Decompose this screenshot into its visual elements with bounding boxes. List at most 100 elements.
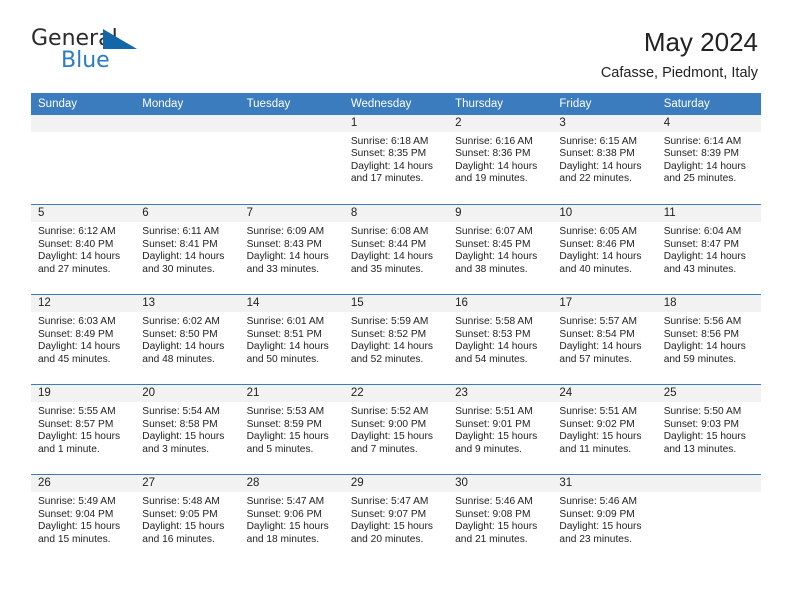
daylight-text-line1: Daylight: 15 hours: [142, 521, 225, 533]
day-number: 15: [343, 295, 449, 313]
calendar-day-cell[interactable]: 20 Sunrise: 5:54 AM Sunset: 8:58 PM Dayligh…: [135, 384, 240, 475]
day-number: 20: [135, 385, 240, 403]
day-cell-inner: 27 Sunrise: 5:48 AM Sunset: 9:05 PM Dayligh…: [135, 475, 240, 565]
day-details: Sunrise: 5:53 AM Sunset: 8:59 PM Daylight:…: [240, 402, 344, 456]
sunrise-text: Sunrise: 6:01 AM: [246, 316, 325, 328]
calendar-day-cell[interactable]: 6 Sunrise: 6:11 AM Sunset: 8:41 PM Daylight…: [135, 204, 240, 295]
sunrise-text: Sunrise: 6:05 AM: [559, 226, 637, 238]
calendar-day-cell[interactable]: 1 Sunrise: 6:18 AM Sunset: 8:35 PM Daylight…: [343, 114, 449, 205]
calendar-day-cell[interactable]: 12 Sunrise: 6:03 AM Sunset: 8:49 PM Dayligh…: [31, 294, 136, 385]
day-number: 11: [656, 205, 761, 223]
sunset-text: Sunset: 8:49 PM: [38, 328, 114, 340]
daylight-text-line1: Daylight: 14 hours: [142, 251, 225, 263]
calendar-day-cell[interactable]: 23 Sunrise: 5:51 AM Sunset: 9:01 PM Dayligh…: [448, 384, 553, 475]
daylight-text-line2: and 30 minutes.: [142, 263, 215, 275]
sunrise-text: Sunrise: 6:14 AM: [663, 135, 742, 147]
day-details: Sunrise: 5:47 AM Sunset: 9:07 PM Daylight:…: [344, 492, 448, 546]
sunrise-text: Sunrise: 6:04 AM: [663, 226, 742, 238]
calendar-day-cell[interactable]: 15 Sunrise: 5:59 AM Sunset: 8:52 PM Dayligh…: [343, 294, 449, 385]
calendar-day-cell[interactable]: 17 Sunrise: 5:57 AM Sunset: 8:54 PM Dayligh…: [552, 294, 657, 385]
sunrise-text: Sunrise: 6:02 AM: [142, 316, 220, 328]
daylight-text-line2: and 23 minutes.: [559, 533, 632, 545]
general-blue-logo[interactable]: General Blue: [31, 26, 151, 78]
calendar-day-cell[interactable]: 31 Sunrise: 5:46 AM Sunset: 9:09 PM Dayligh…: [552, 474, 657, 565]
daylight-text-line2: and 57 minutes.: [559, 353, 632, 365]
calendar-day-cell[interactable]: 14 Sunrise: 6:01 AM Sunset: 8:51 PM Dayligh…: [239, 294, 344, 385]
daylight-text-line1: Daylight: 14 hours: [142, 341, 225, 353]
daylight-text-line2: and 13 minutes.: [663, 443, 737, 455]
calendar-day-cell[interactable]: 5 Sunrise: 6:12 AM Sunset: 8:40 PM Daylight…: [31, 204, 136, 295]
day-cell-inner: [239, 114, 344, 205]
daylight-text-line1: Daylight: 14 hours: [663, 251, 746, 263]
day-number: 17: [552, 295, 657, 313]
daylight-text-line2: and 35 minutes.: [350, 263, 424, 275]
day-cell-inner: 11 Sunrise: 6:04 AM Sunset: 8:47 PM Dayligh…: [656, 205, 761, 294]
calendar-day-cell[interactable]: 10 Sunrise: 6:05 AM Sunset: 8:46 PM Dayligh…: [552, 204, 657, 295]
daylight-text-line1: Daylight: 15 hours: [38, 521, 121, 533]
calendar-week-row: 12 Sunrise: 6:03 AM Sunset: 8:49 PM Dayligh…: [31, 294, 761, 385]
day-number: 5: [31, 205, 136, 223]
calendar-day-cell[interactable]: 19 Sunrise: 5:55 AM Sunset: 8:57 PM Dayligh…: [31, 384, 136, 475]
daylight-text-line1: Daylight: 14 hours: [559, 341, 642, 353]
day-cell-inner: 8 Sunrise: 6:08 AM Sunset: 8:44 PM Daylight…: [343, 205, 449, 294]
daylight-text-line2: and 33 minutes.: [246, 263, 320, 275]
sunrise-sunset-calendar: Sunday Monday Tuesday Wednesday Thursday…: [31, 92, 761, 565]
day-cell-inner: 29 Sunrise: 5:47 AM Sunset: 9:07 PM Dayligh…: [343, 475, 449, 565]
calendar-day-cell[interactable]: 18 Sunrise: 5:56 AM Sunset: 8:56 PM Dayligh…: [656, 294, 761, 385]
sunrise-text: Sunrise: 6:16 AM: [455, 135, 533, 147]
calendar-day-cell[interactable]: 24 Sunrise: 5:51 AM Sunset: 9:02 PM Dayligh…: [552, 384, 657, 475]
daylight-text-line1: Daylight: 15 hours: [246, 521, 329, 533]
day-number: 3: [552, 114, 657, 132]
day-details: Sunrise: 6:04 AM Sunset: 8:47 PM Daylight:…: [657, 222, 761, 276]
logo-triangle-icon: [103, 29, 137, 49]
daylight-text-line2: and 50 minutes.: [246, 353, 320, 365]
daylight-text-line2: and 18 minutes.: [246, 533, 320, 545]
calendar-page: General Blue May 2024 Cafasse, Piedmont,…: [0, 0, 792, 612]
calendar-day-cell[interactable]: 26 Sunrise: 5:49 AM Sunset: 9:04 PM Dayligh…: [31, 474, 136, 565]
daylight-text-line2: and 52 minutes.: [350, 353, 424, 365]
calendar-day-cell[interactable]: 28 Sunrise: 5:47 AM Sunset: 9:06 PM Dayligh…: [239, 474, 344, 565]
day-number: 12: [31, 295, 136, 313]
day-cell-inner: 31 Sunrise: 5:46 AM Sunset: 9:09 PM Dayligh…: [552, 475, 657, 565]
daylight-text-line2: and 22 minutes.: [559, 173, 632, 185]
calendar-day-cell[interactable]: 25 Sunrise: 5:50 AM Sunset: 9:03 PM Dayligh…: [656, 384, 761, 475]
day-number: 27: [135, 475, 240, 493]
calendar-day-cell[interactable]: 13 Sunrise: 6:02 AM Sunset: 8:50 PM Dayligh…: [135, 294, 240, 385]
calendar-day-cell[interactable]: 30 Sunrise: 5:46 AM Sunset: 9:08 PM Dayligh…: [448, 474, 553, 565]
calendar-day-cell[interactable]: 3 Sunrise: 6:15 AM Sunset: 8:38 PM Daylight…: [552, 114, 657, 205]
calendar-day-cell[interactable]: 8 Sunrise: 6:08 AM Sunset: 8:44 PM Daylight…: [343, 204, 449, 295]
calendar-day-cell[interactable]: 22 Sunrise: 5:52 AM Sunset: 9:00 PM Dayligh…: [343, 384, 449, 475]
day-details: Sunrise: 5:48 AM Sunset: 9:05 PM Daylight:…: [135, 492, 239, 546]
calendar-day-cell[interactable]: 21 Sunrise: 5:53 AM Sunset: 8:59 PM Dayligh…: [239, 384, 344, 475]
calendar-day-cell[interactable]: 7 Sunrise: 6:09 AM Sunset: 8:43 PM Daylight…: [239, 204, 344, 295]
daylight-text-line2: and 7 minutes.: [350, 443, 418, 455]
day-details: Sunrise: 5:59 AM Sunset: 8:52 PM Daylight:…: [344, 312, 448, 366]
sunrise-text: Sunrise: 5:46 AM: [559, 496, 637, 508]
calendar-body: 1 Sunrise: 6:18 AM Sunset: 8:35 PM Daylight…: [31, 114, 761, 565]
sunset-text: Sunset: 8:52 PM: [350, 328, 427, 340]
day-cell-inner: [656, 475, 761, 565]
day-number: 16: [448, 295, 553, 313]
day-cell-inner: 30 Sunrise: 5:46 AM Sunset: 9:08 PM Dayligh…: [448, 475, 553, 565]
calendar-day-cell[interactable]: 9 Sunrise: 6:07 AM Sunset: 8:45 PM Daylight…: [448, 204, 553, 295]
sunrise-text: Sunrise: 6:03 AM: [38, 316, 116, 328]
calendar-day-cell[interactable]: 4 Sunrise: 6:14 AM Sunset: 8:39 PM Daylight…: [656, 114, 761, 205]
daylight-text-line1: Daylight: 14 hours: [663, 160, 746, 172]
sunrise-text: Sunrise: 6:11 AM: [142, 226, 220, 238]
calendar-day-cell[interactable]: 2 Sunrise: 6:16 AM Sunset: 8:36 PM Daylight…: [448, 114, 553, 205]
calendar-day-cell[interactable]: 27 Sunrise: 5:48 AM Sunset: 9:05 PM Dayligh…: [135, 474, 240, 565]
calendar-day-cell[interactable]: 29 Sunrise: 5:47 AM Sunset: 9:07 PM Dayligh…: [343, 474, 449, 565]
day-cell-inner: 24 Sunrise: 5:51 AM Sunset: 9:02 PM Dayligh…: [552, 385, 657, 474]
sunset-text: Sunset: 8:46 PM: [559, 238, 635, 250]
sunrise-text: Sunrise: 5:49 AM: [38, 496, 116, 508]
daylight-text-line1: Daylight: 14 hours: [38, 251, 121, 263]
day-cell-inner: 16 Sunrise: 5:58 AM Sunset: 8:53 PM Dayligh…: [448, 295, 553, 384]
day-number: 9: [448, 205, 553, 223]
calendar-day-cell[interactable]: 11 Sunrise: 6:04 AM Sunset: 8:47 PM Dayligh…: [656, 204, 761, 295]
daylight-text-line1: Daylight: 15 hours: [246, 431, 329, 443]
day-cell-inner: 18 Sunrise: 5:56 AM Sunset: 8:56 PM Dayligh…: [656, 295, 761, 384]
day-cell-inner: 15 Sunrise: 5:59 AM Sunset: 8:52 PM Dayligh…: [343, 295, 449, 384]
calendar-day-cell[interactable]: 16 Sunrise: 5:58 AM Sunset: 8:53 PM Dayligh…: [448, 294, 553, 385]
day-cell-inner: 1 Sunrise: 6:18 AM Sunset: 8:35 PM Daylight…: [343, 114, 449, 205]
sunrise-text: Sunrise: 5:59 AM: [350, 316, 429, 328]
